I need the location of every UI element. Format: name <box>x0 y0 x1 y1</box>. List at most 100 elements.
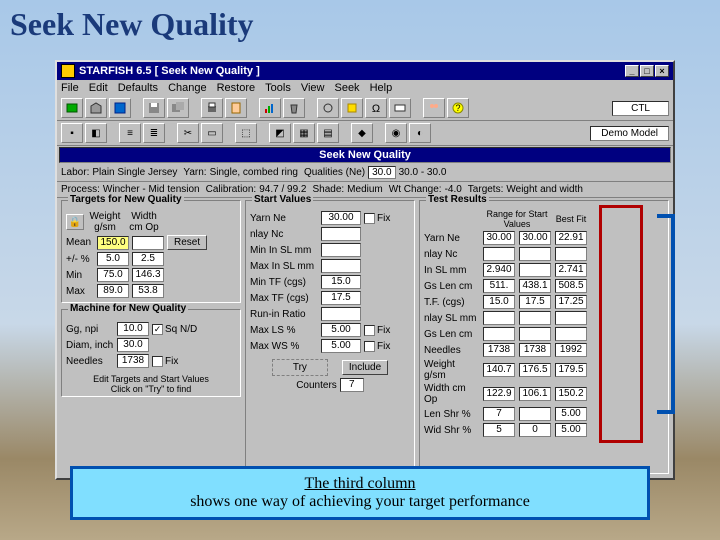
gg-label: Gg, npi <box>66 324 114 335</box>
toolbar-icon[interactable]: ⬚ <box>235 123 257 143</box>
fix-checkbox[interactable]: Fix <box>364 213 390 224</box>
start-row-field[interactable] <box>321 307 361 321</box>
toolbar-icon[interactable]: ◆ <box>351 123 373 143</box>
toolbar-icon[interactable]: ▭ <box>201 123 223 143</box>
minimize-button[interactable]: _ <box>625 65 639 77</box>
result-cell: 2.940 <box>483 263 515 277</box>
gg-field[interactable]: 10.0 <box>117 322 149 336</box>
toolbar-icon[interactable] <box>341 98 363 118</box>
maximize-button[interactable]: □ <box>640 65 654 77</box>
pct-label: +/- % <box>66 254 94 265</box>
start-row-label: Max WS % <box>250 341 318 352</box>
titlebar: STARFISH 6.5 [ Seek New Quality ] _ □ × <box>57 62 673 80</box>
menu-view[interactable]: View <box>301 82 325 94</box>
include-button[interactable]: Include <box>342 360 388 375</box>
toolbar-icon[interactable]: ◐ <box>409 123 431 143</box>
result-cell <box>519 311 551 325</box>
result-cell: 17.5 <box>519 295 551 309</box>
result-cell <box>519 407 551 421</box>
needles-field[interactable]: 1738 <box>117 354 149 368</box>
max-width-field[interactable]: 53.8 <box>132 284 164 298</box>
menu-change[interactable]: Change <box>168 82 207 94</box>
min-weight-field[interactable]: 75.0 <box>97 268 129 282</box>
toolbar-icon[interactable]: ▪ <box>61 123 83 143</box>
toolbar-icon[interactable]: ≣ <box>143 123 165 143</box>
reset-button[interactable]: Reset <box>167 235 207 250</box>
chart-icon[interactable] <box>259 98 281 118</box>
svg-text:?: ? <box>455 103 460 113</box>
menu-file[interactable]: File <box>61 82 79 94</box>
targets-legend: Targets for New Quality <box>68 194 184 205</box>
result-cell <box>519 247 551 261</box>
result-bestfit-cell: 22.91 <box>555 231 587 245</box>
menu-edit[interactable]: Edit <box>89 82 108 94</box>
qualities-field[interactable]: 30.0 <box>368 166 395 179</box>
col-weight: Weight g/sm <box>87 211 123 233</box>
result-cell: 122.9 <box>483 387 515 401</box>
min-label: Min <box>66 270 94 281</box>
menu-help[interactable]: Help <box>370 82 393 94</box>
counters-field[interactable]: 7 <box>340 378 364 392</box>
save-icon[interactable] <box>143 98 165 118</box>
result-row-label: Needles <box>424 345 479 356</box>
start-row-field[interactable] <box>321 227 361 241</box>
menu-defaults[interactable]: Defaults <box>118 82 158 94</box>
toolbar-icon[interactable]: ▦ <box>293 123 315 143</box>
save-as-icon[interactable] <box>167 98 189 118</box>
print-icon[interactable] <box>201 98 223 118</box>
toolbar-icon[interactable]: ◉ <box>385 123 407 143</box>
menu-tools[interactable]: Tools <box>265 82 291 94</box>
start-row-field[interactable]: 15.0 <box>321 275 361 289</box>
start-row-field[interactable] <box>321 243 361 257</box>
help-icon[interactable]: ? <box>447 98 469 118</box>
start-row-field[interactable]: 5.00 <box>321 323 361 337</box>
start-row-field[interactable]: 5.00 <box>321 339 361 353</box>
scissors-icon[interactable]: ✂ <box>177 123 199 143</box>
result-cell: 1738 <box>483 343 515 357</box>
trash-icon[interactable] <box>283 98 305 118</box>
result-bestfit-cell <box>555 327 587 341</box>
max-weight-field[interactable]: 89.0 <box>97 284 129 298</box>
info-bar: Labor:Plain Single Jersey Yarn:Single, c… <box>57 164 673 182</box>
test-results-group: Test Results Range for Start Values Best… <box>419 200 669 474</box>
pct-weight-field[interactable]: 5.0 <box>97 252 129 266</box>
pct-width-field[interactable]: 2.5 <box>132 252 164 266</box>
result-row-label: In SL mm <box>424 265 479 276</box>
toolbar-icon[interactable]: ▤ <box>317 123 339 143</box>
toolbar-icon[interactable]: ≡ <box>119 123 141 143</box>
fix-checkbox[interactable]: Fix <box>364 325 390 336</box>
toolbar-icon[interactable]: ◩ <box>269 123 291 143</box>
min-width-field[interactable]: 146.3 <box>132 268 164 282</box>
people-icon[interactable] <box>423 98 445 118</box>
menu-seek[interactable]: Seek <box>334 82 359 94</box>
menu-restore[interactable]: Restore <box>217 82 256 94</box>
result-cell: 30.00 <box>483 231 515 245</box>
close-button[interactable]: × <box>655 65 669 77</box>
lock-icon[interactable]: 🔒 <box>66 214 84 230</box>
diam-field[interactable]: 30.0 <box>117 338 149 352</box>
toolbar-icon[interactable] <box>85 98 107 118</box>
result-bestfit-cell: 1992 <box>555 343 587 357</box>
start-row-field[interactable]: 30.00 <box>321 211 361 225</box>
toolbar-icon[interactable]: Ω <box>365 98 387 118</box>
toolbar-icon[interactable] <box>389 98 411 118</box>
try-button[interactable]: Try <box>272 359 328 376</box>
start-values-group: Start Values Yarn Ne30.00Fixnlay NcMin I… <box>245 200 415 474</box>
fix-needles-checkbox[interactable]: Fix <box>152 356 178 367</box>
sqnd-checkbox[interactable]: ✓Sq N/D <box>152 324 197 335</box>
start-row-field[interactable] <box>321 259 361 273</box>
info-yarn: Single, combed ring <box>210 167 298 178</box>
toolbar-icon[interactable] <box>109 98 131 118</box>
start-row-field[interactable]: 17.5 <box>321 291 361 305</box>
fix-checkbox[interactable]: Fix <box>364 341 390 352</box>
result-bestfit-cell: 150.2 <box>555 387 587 401</box>
toolbar-icon[interactable] <box>61 98 83 118</box>
toolbar-icon[interactable] <box>317 98 339 118</box>
toolbar-icon[interactable]: ◧ <box>85 123 107 143</box>
counters-label: Counters <box>296 380 337 391</box>
mean-weight-field[interactable]: 150.0 <box>97 236 129 250</box>
clipboard-icon[interactable] <box>225 98 247 118</box>
mean-width-field[interactable] <box>132 236 164 250</box>
col-width: Width cm Op <box>126 211 162 233</box>
result-bestfit-cell: 5.00 <box>555 407 587 421</box>
